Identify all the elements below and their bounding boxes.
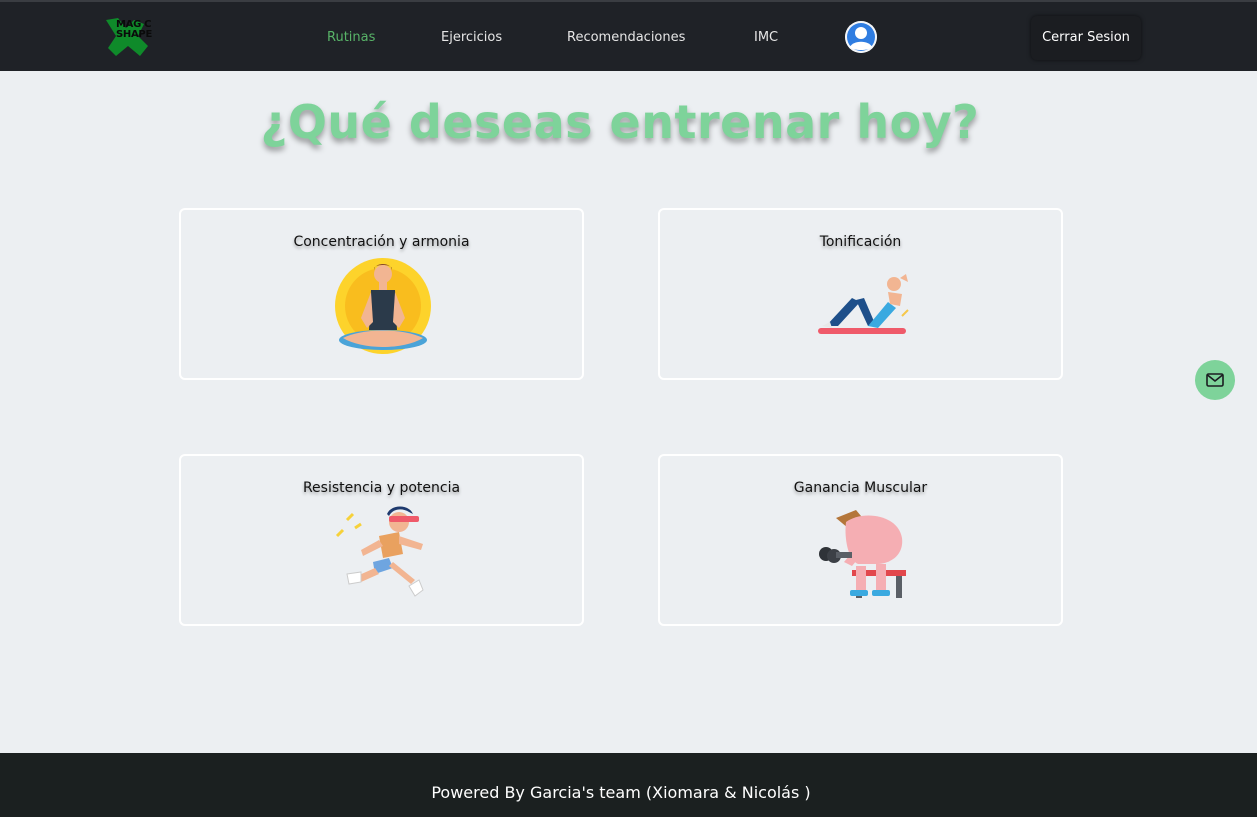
meditation-icon [333,258,433,362]
routine-card-tonificacion[interactable]: Tonificación [658,208,1063,380]
bodybuilder-icon [816,508,912,602]
logout-button[interactable]: Cerrar Sesion [1031,16,1141,60]
navbar: MAG C SHAPE Rutinas Ejercicios Recomenda… [0,0,1257,71]
routine-card-resistencia[interactable]: Resistencia y potencia [179,454,584,626]
user-avatar-icon[interactable] [845,21,877,53]
card-title: Resistencia y potencia [302,480,461,496]
card-title: Tonificación [819,234,902,250]
card-title: Ganancia Muscular [793,480,928,496]
routine-card-concentracion[interactable]: Concentración y armonia [179,208,584,380]
nav-link-ejercicios[interactable]: Ejercicios [441,30,502,45]
nav-link-recomendaciones[interactable]: Recomendaciones [567,30,685,45]
brand-logo[interactable]: MAG C SHAPE [104,16,160,58]
footer: Powered By Garcia's team (Xiomara & Nico… [0,753,1257,817]
nav-link-imc[interactable]: IMC [754,30,778,45]
nav-link-rutinas[interactable]: Rutinas [327,30,375,45]
footer-credits: Powered By Garcia's team (Xiomara & Nico… [431,783,811,802]
logo-wordmark: MAG C SHAPE [116,19,152,40]
mail-icon [1206,373,1224,387]
mail-button[interactable] [1195,360,1235,400]
situp-icon [816,272,910,340]
page-title: ¿Qué deseas entrenar hoy? [260,95,980,149]
card-title: Concentración y armonia [293,234,470,250]
routine-card-ganancia[interactable]: Ganancia Muscular [658,454,1063,626]
runner-icon [333,506,433,602]
